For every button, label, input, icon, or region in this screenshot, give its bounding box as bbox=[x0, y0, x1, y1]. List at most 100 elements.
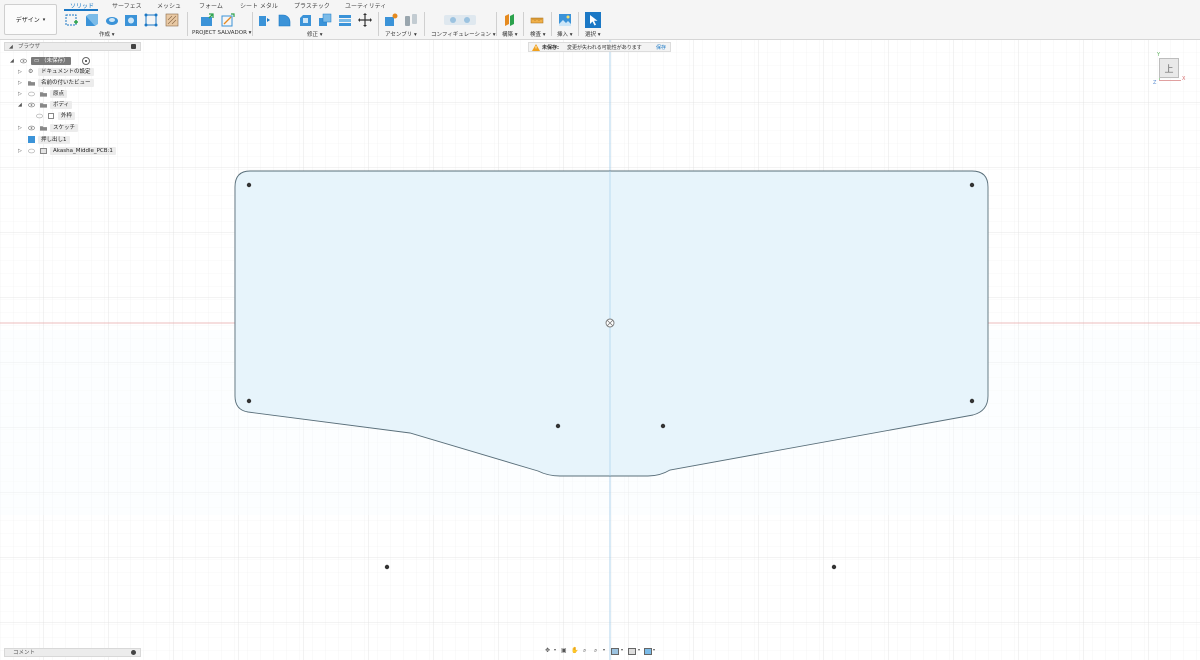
fusion-window: デザイン ▾ ソリッド サーフェス メッシュ フォーム シート メタル プラスチ… bbox=[0, 0, 1200, 660]
tab-plastic[interactable]: プラスチック bbox=[294, 1, 330, 10]
radio-active-icon[interactable] bbox=[82, 57, 90, 65]
inspect-group-label[interactable]: 検査 ▾ bbox=[530, 30, 546, 38]
revolve-icon[interactable] bbox=[105, 13, 119, 27]
shell-icon[interactable] bbox=[318, 13, 332, 27]
axis-z-label: Z bbox=[1153, 80, 1157, 86]
expand-triangle-icon[interactable]: ▷ bbox=[18, 125, 24, 131]
pan-hand-icon[interactable]: ✋ bbox=[571, 647, 578, 654]
insert-group-label[interactable]: 挿入 ▾ bbox=[557, 30, 573, 38]
add-comment-icon[interactable] bbox=[131, 650, 136, 655]
hole-top-left[interactable] bbox=[246, 182, 252, 188]
hole-bottom-right[interactable] bbox=[969, 398, 975, 404]
tree-item-extrude[interactable]: 押し出し1 bbox=[28, 136, 138, 144]
hole-bottom-left[interactable] bbox=[246, 398, 252, 404]
move-icon[interactable] bbox=[358, 13, 372, 27]
fillet-icon[interactable] bbox=[277, 13, 291, 27]
expand-triangle-icon[interactable]: ▷ bbox=[18, 91, 24, 97]
comments-panel[interactable]: コメント bbox=[4, 648, 141, 657]
joint-icon[interactable] bbox=[404, 13, 418, 27]
point-lower-left[interactable] bbox=[384, 564, 390, 570]
combine-icon[interactable] bbox=[338, 13, 352, 27]
design-canvas[interactable] bbox=[0, 0, 1200, 660]
pattern-texture-icon[interactable] bbox=[165, 13, 179, 27]
tree-label: スケッチ bbox=[50, 124, 79, 132]
collapse-triangle-icon[interactable]: ◢ bbox=[9, 43, 13, 51]
viewcube-face-top[interactable]: 上 bbox=[1159, 58, 1179, 78]
chevron-down-icon[interactable]: ▾ bbox=[621, 647, 623, 652]
tree-item-origin[interactable]: ▷ 原点 bbox=[18, 90, 138, 98]
rectangle-pattern-icon[interactable] bbox=[144, 13, 158, 27]
eye-icon[interactable] bbox=[28, 102, 35, 108]
tree-item-doc-settings[interactable]: ▷ ⚙ ドキュメントの設定 bbox=[18, 68, 138, 76]
modify-group-label[interactable]: 修正 ▾ bbox=[307, 30, 323, 38]
chevron-down-icon[interactable]: ▾ bbox=[603, 647, 605, 652]
tab-sheet-metal[interactable]: シート メタル bbox=[240, 1, 278, 10]
expand-triangle-icon[interactable]: ▷ bbox=[18, 148, 24, 154]
tab-mesh[interactable]: メッシュ bbox=[157, 1, 181, 10]
browser-panel-header[interactable]: ◢ ブラウザ bbox=[4, 42, 141, 51]
tree-root[interactable]: ◢ ▭ （未保存） bbox=[10, 57, 140, 65]
project-group-label[interactable]: PROJECT SALVADOR ▾ bbox=[192, 30, 251, 36]
warning-message: 変更が失われる可能性があります bbox=[567, 45, 642, 51]
assemble-group-label[interactable]: アセンブリ ▾ bbox=[385, 30, 417, 38]
viewports-icon[interactable] bbox=[644, 648, 652, 655]
orbit-icon[interactable]: ✥ bbox=[545, 647, 550, 654]
create-sketch-icon[interactable] bbox=[65, 13, 79, 27]
chevron-down-icon[interactable]: ▾ bbox=[554, 647, 556, 652]
project-add-icon[interactable] bbox=[200, 13, 214, 27]
measure-icon[interactable] bbox=[530, 13, 544, 27]
body-icon bbox=[48, 113, 54, 119]
hole-top-right[interactable] bbox=[969, 182, 975, 188]
tab-surface[interactable]: サーフェス bbox=[112, 1, 142, 10]
configure-group-label[interactable]: コンフィギュレーション ▾ bbox=[431, 30, 496, 38]
insert-image-icon[interactable] bbox=[558, 13, 572, 27]
save-link[interactable]: 保存 bbox=[656, 44, 666, 51]
unsaved-warning-banner: 未保存: 変更が失われる可能性があります 保存 bbox=[528, 42, 671, 52]
tree-item-bodies[interactable]: ◢ ボディ bbox=[18, 101, 138, 109]
display-settings-icon[interactable] bbox=[611, 648, 619, 655]
eye-hidden-icon[interactable] bbox=[36, 113, 43, 119]
press-pull-icon[interactable] bbox=[257, 13, 271, 27]
workspace-label: デザイン bbox=[15, 17, 40, 24]
pin-icon[interactable] bbox=[131, 44, 136, 49]
tree-label: 押し出し1 bbox=[38, 136, 70, 144]
expand-triangle-icon[interactable]: ▷ bbox=[18, 69, 24, 75]
chamfer-icon[interactable] bbox=[298, 13, 312, 27]
select-group-label[interactable]: 選択 ▾ bbox=[585, 30, 601, 38]
look-at-icon[interactable]: ▣ bbox=[561, 647, 567, 654]
fit-zoom-icon[interactable]: ⌕ bbox=[594, 647, 597, 655]
new-component-icon[interactable] bbox=[384, 13, 398, 27]
collapse-triangle-icon[interactable]: ◢ bbox=[18, 102, 24, 108]
create-group-label[interactable]: 作成 ▾ bbox=[99, 30, 115, 38]
grid-settings-icon[interactable] bbox=[628, 648, 636, 655]
origin-icon[interactable] bbox=[605, 318, 615, 328]
eye-icon[interactable] bbox=[28, 125, 35, 131]
tab-utilities[interactable]: ユーティリティ bbox=[345, 1, 386, 10]
tree-item-component[interactable]: ▷ Akasha_Middle_PCB:1 bbox=[18, 147, 138, 155]
eye-hidden-icon[interactable] bbox=[28, 148, 35, 154]
expand-triangle-icon[interactable]: ▷ bbox=[18, 80, 24, 86]
construct-group-label[interactable]: 構築 ▾ bbox=[502, 30, 518, 38]
workspace-switcher[interactable]: デザイン ▾ bbox=[4, 4, 57, 35]
expand-triangle-icon[interactable]: ◢ bbox=[10, 58, 16, 64]
eye-icon[interactable] bbox=[20, 58, 27, 64]
tree-item-named-views[interactable]: ▷ 名前の付いたビュー bbox=[18, 79, 138, 87]
chevron-down-icon[interactable]: ▾ bbox=[653, 647, 655, 652]
zoom-icon[interactable]: ⌕ bbox=[583, 647, 586, 655]
tree-item-sketches[interactable]: ▷ スケッチ bbox=[18, 124, 138, 132]
chevron-down-icon[interactable]: ▾ bbox=[638, 647, 640, 652]
extrude-icon[interactable] bbox=[84, 13, 98, 27]
select-icon[interactable] bbox=[585, 12, 601, 28]
hole-center-left[interactable] bbox=[555, 423, 561, 429]
project-sketch-icon[interactable] bbox=[221, 13, 235, 27]
configuration-icon[interactable] bbox=[443, 13, 477, 27]
hole-icon[interactable] bbox=[124, 13, 138, 27]
point-lower-right[interactable] bbox=[831, 564, 837, 570]
tree-item-body1[interactable]: 外枠 bbox=[36, 112, 136, 120]
hole-center-right[interactable] bbox=[660, 423, 666, 429]
root-component-label[interactable]: ▭ （未保存） bbox=[31, 57, 72, 65]
offset-plane-icon[interactable] bbox=[503, 13, 517, 27]
eye-hidden-icon[interactable] bbox=[28, 91, 35, 97]
tab-form[interactable]: フォーム bbox=[199, 1, 223, 10]
viewcube[interactable]: Y X Z 上 bbox=[1152, 52, 1188, 88]
